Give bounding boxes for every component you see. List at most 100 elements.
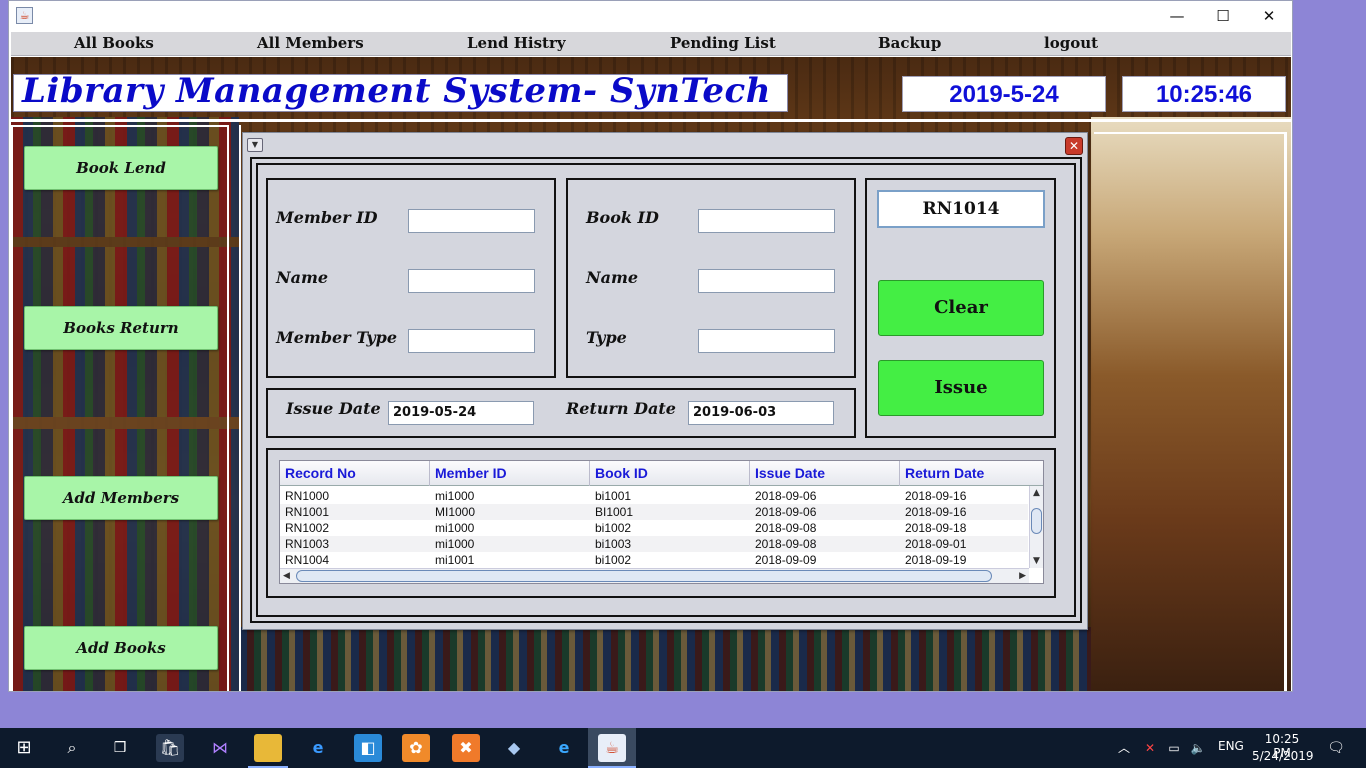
start-windows-icon[interactable]: ⊞	[10, 734, 38, 762]
visual-studio-icon[interactable]: ⋈	[206, 734, 234, 762]
clock-date[interactable]: 5/24/2019	[1252, 749, 1314, 763]
member-id-field[interactable]	[408, 209, 535, 233]
menu-all-books[interactable]: All Books	[74, 34, 154, 52]
menu-pending-list[interactable]: Pending List	[670, 34, 776, 52]
books-return-button[interactable]: Books Return	[24, 306, 218, 350]
cell-member-id: mi1001	[435, 553, 475, 567]
frame-border	[1284, 133, 1287, 691]
vertical-scroll-thumb[interactable]	[1031, 508, 1042, 534]
scroll-right-icon[interactable]: ▶	[1019, 570, 1026, 582]
frame-border	[1094, 132, 1287, 134]
issue-date-label: Issue Date	[286, 399, 381, 418]
cell-issue-date: 2018-09-06	[755, 505, 817, 519]
column-header-member-id[interactable]: Member ID	[430, 461, 590, 486]
issue-date-field[interactable]: 2019-05-24	[388, 401, 534, 425]
book-name-label: Name	[586, 268, 639, 287]
menu-lend-history[interactable]: Lend Histry	[467, 34, 566, 52]
frame-close-button[interactable]: ✕	[1065, 137, 1083, 155]
cell-record-no: RN1002	[285, 521, 330, 535]
member-id-label: Member ID	[276, 208, 378, 227]
cell-return-date: 2018-09-19	[905, 553, 967, 567]
edge-browser-icon[interactable]: e	[304, 734, 332, 762]
cell-record-no: RN1004	[285, 553, 330, 567]
xampp-icon[interactable]: ✖	[452, 734, 480, 762]
cell-member-id: mi1000	[435, 489, 475, 503]
member-name-label: Name	[276, 268, 329, 287]
maximize-button[interactable]: ☐	[1200, 1, 1246, 31]
cell-return-date: 2018-09-01	[905, 537, 967, 551]
taskbar: ⊞ ⌕ ❒ 🛍 ⋈ e ◧ ✿ ✖ ◆ e ☕ ︿ ✕ ▭ 🔈 ENG 10:2…	[0, 728, 1366, 768]
book-lend-internal-frame: ▼ ✕ Member ID Name Member Type Book ID N…	[242, 132, 1088, 630]
menu-backup[interactable]: Backup	[878, 34, 941, 52]
cell-book-id: bi1001	[595, 489, 632, 503]
return-date-field[interactable]: 2019-06-03	[688, 401, 834, 425]
cell-return-date: 2018-09-16	[905, 505, 967, 519]
cell-book-id: bi1002	[595, 553, 632, 567]
cell-book-id: bi1003	[595, 537, 632, 551]
header-divider	[11, 119, 1291, 122]
battery-icon[interactable]: ▭	[1164, 734, 1184, 762]
book-lend-button[interactable]: Book Lend	[24, 146, 218, 190]
book-id-label: Book ID	[586, 208, 659, 227]
network-icon[interactable]: ✕	[1140, 734, 1160, 762]
table-row[interactable]: RN1003 mi1000 bi1003 2018-09-08 2018-09-…	[280, 536, 1028, 552]
record-number-display: RN1014	[877, 190, 1045, 228]
file-explorer-icon[interactable]	[254, 734, 282, 762]
issue-button[interactable]: Issue	[878, 360, 1044, 416]
cell-issue-date: 2018-09-08	[755, 537, 817, 551]
table-row[interactable]: RN1002 mi1000 bi1002 2018-09-08 2018-09-…	[280, 520, 1028, 536]
book-name-field[interactable]	[698, 269, 835, 293]
scroll-up-icon[interactable]: ▲	[1033, 487, 1040, 499]
table-row[interactable]: RN1000 mi1000 bi1001 2018-09-06 2018-09-…	[280, 488, 1028, 504]
column-header-record-no[interactable]: Record No	[280, 461, 430, 486]
add-members-button[interactable]: Add Members	[24, 476, 218, 520]
notifications-icon[interactable]: 🗨	[1322, 734, 1350, 762]
horizontal-scroll-thumb[interactable]	[296, 570, 992, 582]
horizontal-scrollbar[interactable]: ◀ ▶	[280, 568, 1029, 583]
volume-icon[interactable]: 🔈	[1188, 734, 1208, 762]
book-type-field[interactable]	[698, 329, 835, 353]
task-view-icon[interactable]: ❒	[106, 734, 134, 762]
clear-button[interactable]: Clear	[878, 280, 1044, 336]
uc-browser-icon[interactable]: ✿	[402, 734, 430, 762]
column-header-return-date[interactable]: Return Date	[900, 461, 1043, 486]
table-header: Record No Member ID Book ID Issue Date R…	[280, 461, 1043, 486]
search-icon[interactable]: ⌕	[58, 734, 86, 762]
cell-issue-date: 2018-09-09	[755, 553, 817, 567]
records-panel: Record No Member ID Book ID Issue Date R…	[266, 448, 1056, 598]
language-indicator[interactable]: ENG	[1218, 739, 1244, 753]
title-bar: ☕ — ☐ ✕	[9, 1, 1292, 31]
app-icon[interactable]: ◧	[354, 734, 382, 762]
column-header-issue-date[interactable]: Issue Date	[750, 461, 900, 486]
add-books-button[interactable]: Add Books	[24, 626, 218, 670]
menu-all-members[interactable]: All Members	[257, 34, 364, 52]
store-icon[interactable]: 🛍	[156, 734, 184, 762]
minimize-button[interactable]: —	[1154, 1, 1200, 31]
chevron-up-icon[interactable]: ︿	[1114, 734, 1134, 762]
scroll-down-icon[interactable]: ▼	[1033, 555, 1040, 567]
java-app-taskbar-icon[interactable]: ☕	[598, 734, 626, 762]
internet-explorer-icon[interactable]: e	[550, 734, 578, 762]
current-date: 2019-5-24	[902, 76, 1106, 112]
cell-issue-date: 2018-09-06	[755, 489, 817, 503]
column-header-book-id[interactable]: Book ID	[590, 461, 750, 486]
cell-member-id: mi1000	[435, 537, 475, 551]
app-title-box: Library Management System- SynTech	[13, 71, 788, 112]
member-name-field[interactable]	[408, 269, 535, 293]
frame-menu-icon[interactable]: ▼	[247, 138, 263, 152]
table-row[interactable]: RN1001 MI1000 BI1001 2018-09-06 2018-09-…	[280, 504, 1028, 520]
menu-logout[interactable]: logout	[1044, 34, 1098, 52]
close-button[interactable]: ✕	[1246, 1, 1292, 31]
table-row[interactable]: RN1004 mi1001 bi1002 2018-09-09 2018-09-…	[280, 552, 1028, 568]
bookshelf-bottom-image	[239, 627, 1091, 691]
cell-record-no: RN1001	[285, 505, 330, 519]
return-date-label: Return Date	[566, 399, 676, 418]
vertical-scrollbar[interactable]: ▲ ▼	[1029, 486, 1043, 568]
book-panel: Book ID Name Type	[566, 178, 856, 378]
cell-record-no: RN1000	[285, 489, 330, 503]
sidebar: Book Lend Books Return Add Members Add B…	[11, 125, 229, 691]
member-type-field[interactable]	[408, 329, 535, 353]
book-id-field[interactable]	[698, 209, 835, 233]
scroll-left-icon[interactable]: ◀	[283, 570, 290, 582]
virtualbox-icon[interactable]: ◆	[500, 734, 528, 762]
